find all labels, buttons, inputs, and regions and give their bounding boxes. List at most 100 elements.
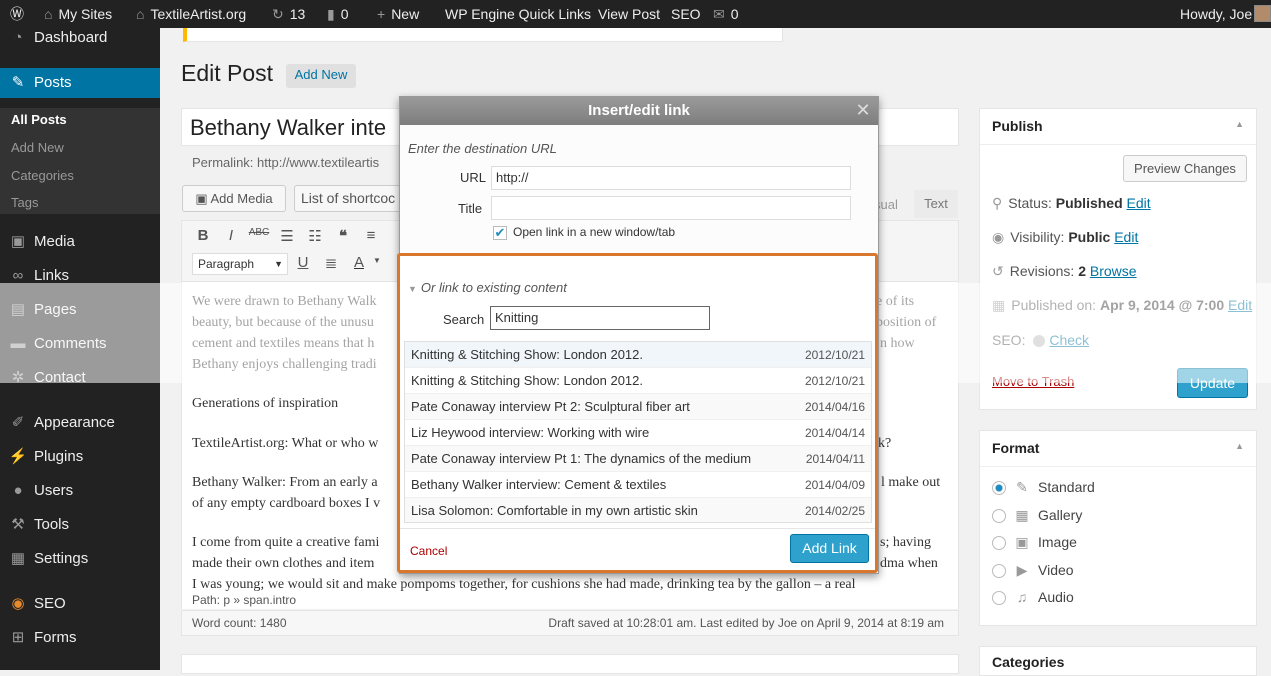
- align-left-icon[interactable]: ≡: [360, 227, 382, 244]
- move-to-trash-link[interactable]: Move to Trash: [992, 374, 1074, 389]
- title-input[interactable]: [491, 196, 851, 220]
- sidebar-item-label: Forms: [34, 629, 77, 646]
- radio-button[interactable]: [992, 481, 1006, 496]
- paragraph-fragment: position of: [876, 315, 937, 330]
- chevron-down-icon[interactable]: ▼: [366, 256, 388, 265]
- cancel-link[interactable]: Cancel: [410, 544, 447, 558]
- submenu-tags[interactable]: Tags: [11, 193, 38, 213]
- sidebar-item-dashboard[interactable]: ◔ Dashboard: [0, 23, 160, 53]
- update-button[interactable]: Update: [1177, 368, 1248, 398]
- sidebar-item-posts[interactable]: ✎ Posts: [0, 68, 160, 98]
- gallery-icon: ▦: [1015, 507, 1029, 523]
- sidebar-item-settings[interactable]: ▦ Settings: [0, 544, 160, 574]
- browse-revisions-link[interactable]: Browse: [1090, 263, 1137, 279]
- url-label: URL: [460, 170, 487, 185]
- existing-content-toggle[interactable]: ▼ Or link to existing content: [408, 280, 567, 295]
- list-item[interactable]: Liz Heywood interview: Working with wire…: [405, 420, 871, 446]
- list-item[interactable]: Pate Conaway interview Pt 2: Sculptural …: [405, 394, 871, 420]
- admin-bar: Ⓦ ⌂ My Sites ⌂ TextileArtist.org ↻ 13 ▮ 0 + N…: [0, 0, 1271, 28]
- messages-menu[interactable]: ✉ 0: [713, 0, 739, 28]
- sidebar-item-label: Media: [34, 233, 75, 250]
- sidebar-item-users[interactable]: ● Users: [0, 476, 160, 506]
- list-item[interactable]: Bethany Walker interview: Cement & texti…: [405, 472, 871, 498]
- dashboard-icon: ◔: [13, 29, 23, 46]
- sidebar-item-comments[interactable]: ▬ Comments: [0, 329, 160, 359]
- permalink[interactable]: Permalink: http://www.textileartis: [192, 155, 379, 170]
- new-content-menu[interactable]: + New: [377, 0, 419, 28]
- format-option-gallery[interactable]: ▦ Gallery: [992, 505, 1082, 525]
- paragraph-line: We were drawn to Bethany Walk: [192, 294, 377, 309]
- sidebar-item-appearance[interactable]: ✐ Appearance: [0, 408, 160, 438]
- collapse-icon[interactable]: ▲: [1235, 119, 1244, 129]
- numbered-list-icon[interactable]: ☷: [304, 227, 326, 245]
- radio-button[interactable]: [992, 509, 1006, 524]
- list-item[interactable]: Lisa Solomon: Comfortable in my own arti…: [405, 498, 871, 522]
- edit-visibility-link[interactable]: Edit: [1114, 229, 1138, 245]
- new-window-option[interactable]: ✔ Open link in a new window/tab: [493, 225, 675, 240]
- strikethrough-icon[interactable]: ABC: [248, 227, 270, 238]
- sidebar-item-media[interactable]: ▣ Media: [0, 227, 160, 257]
- sidebar-item-links[interactable]: ∞ Links: [0, 261, 160, 291]
- format-option-image[interactable]: ▣ Image: [992, 532, 1077, 552]
- sidebar-item-forms[interactable]: ⊞ Forms: [0, 623, 160, 653]
- radio-button[interactable]: [992, 536, 1006, 551]
- search-input[interactable]: Knitting: [490, 306, 710, 330]
- account-menu[interactable]: Howdy, Joe: [1180, 0, 1271, 28]
- paragraph-heading: Generations of inspiration: [192, 396, 339, 411]
- close-icon[interactable]: ✕: [854, 101, 872, 119]
- sidebar-item-pages[interactable]: ▤ Pages: [0, 295, 160, 325]
- list-item[interactable]: Pate Conaway interview Pt 1: The dynamic…: [405, 446, 871, 472]
- post-visibility: ◉ Visibility: Public Edit: [992, 229, 1139, 245]
- tab-text[interactable]: Text: [914, 190, 958, 218]
- sidebar-item-seo[interactable]: ◉ SEO: [0, 589, 160, 619]
- paragraph-line: I come from quite a creative fami: [192, 535, 380, 550]
- new-window-checkbox[interactable]: ✔: [493, 225, 507, 240]
- add-new-button[interactable]: Add New: [286, 64, 356, 88]
- paragraph-format-select[interactable]: Paragraph ▼: [192, 253, 288, 275]
- submenu-categories[interactable]: Categories: [11, 166, 74, 186]
- sidebar-item-plugins[interactable]: ⚡ Plugins: [0, 442, 160, 472]
- results-list[interactable]: Knitting & Stitching Show: London 2012. 2…: [404, 341, 872, 523]
- format-option-audio[interactable]: ♫ Audio: [992, 587, 1074, 607]
- preview-changes-button[interactable]: Preview Changes: [1123, 155, 1247, 182]
- underline-icon[interactable]: U: [292, 254, 314, 271]
- sidebar-item-tools[interactable]: ⚒ Tools: [0, 510, 160, 540]
- updates-menu[interactable]: ↻ 13: [272, 0, 305, 28]
- shortcodes-select[interactable]: List of shortcoc: [294, 185, 404, 212]
- bold-icon[interactable]: B: [192, 227, 214, 244]
- posts-submenu: All Posts Add New Categories Tags: [0, 108, 160, 214]
- format-header[interactable]: Format ▲: [980, 431, 1256, 467]
- list-item[interactable]: Knitting & Stitching Show: London 2012. 2…: [405, 342, 871, 368]
- add-media-button[interactable]: ▣ Add Media: [182, 185, 286, 212]
- link-icon: ∞: [12, 267, 24, 284]
- paragraph-fragment: s; having: [880, 535, 931, 550]
- edit-date-link[interactable]: Edit: [1228, 297, 1252, 313]
- comments-menu[interactable]: ▮ 0: [327, 0, 349, 28]
- seo-menu[interactable]: SEO: [671, 0, 701, 28]
- list-item[interactable]: Knitting & Stitching Show: London 2012. 2…: [405, 368, 871, 394]
- blockquote-icon[interactable]: ❝: [332, 227, 354, 245]
- url-input[interactable]: http://: [491, 166, 851, 190]
- publish-header[interactable]: Publish ▲: [980, 109, 1256, 145]
- comments-count: 0: [340, 6, 349, 22]
- radio-button[interactable]: [992, 564, 1006, 579]
- add-link-button[interactable]: Add Link: [790, 534, 869, 563]
- wpengine-quick-links[interactable]: WP Engine Quick Links: [445, 0, 591, 28]
- categories-title: Categories: [992, 654, 1065, 670]
- radio-button[interactable]: [992, 591, 1006, 606]
- bullet-list-icon[interactable]: ☰: [276, 227, 298, 245]
- messages-count: 0: [730, 6, 739, 22]
- italic-icon[interactable]: I: [220, 227, 242, 244]
- seo-check-link[interactable]: Check: [1049, 332, 1089, 348]
- collapse-icon[interactable]: ▲: [1235, 441, 1244, 451]
- format-option-video[interactable]: ▶ Video: [992, 560, 1074, 580]
- view-post-link[interactable]: View Post: [598, 0, 660, 28]
- submenu-all-posts[interactable]: All Posts: [11, 110, 67, 130]
- submenu-add-new[interactable]: Add New: [11, 138, 64, 158]
- justify-icon[interactable]: ≣: [320, 254, 342, 272]
- my-sites-icon: ⌂: [44, 6, 53, 22]
- format-option-standard[interactable]: ✎ Standard: [992, 477, 1095, 497]
- footer-divider: [400, 528, 875, 529]
- edit-status-link[interactable]: Edit: [1127, 195, 1151, 211]
- sidebar-item-contact[interactable]: ✲ Contact: [0, 363, 160, 393]
